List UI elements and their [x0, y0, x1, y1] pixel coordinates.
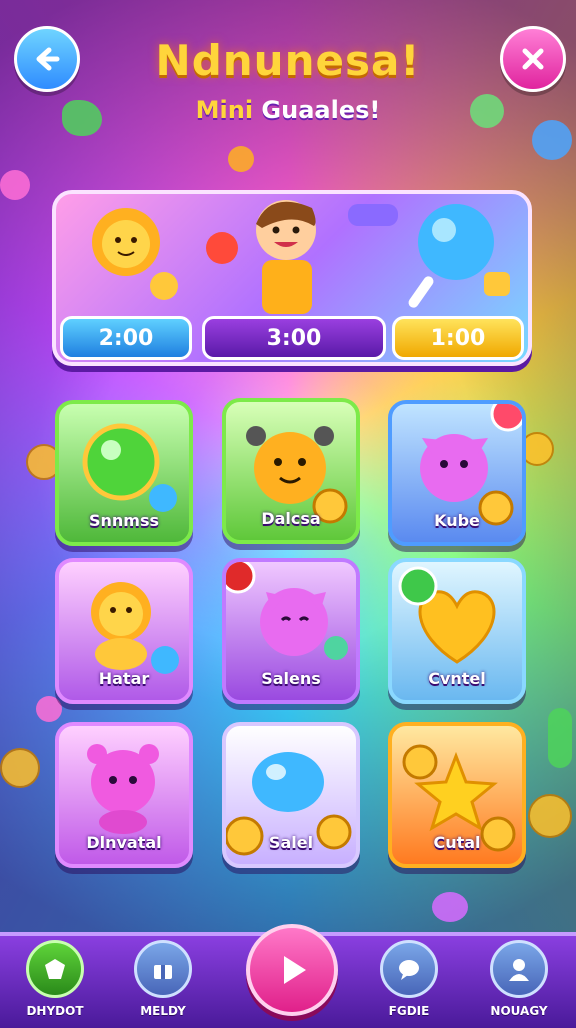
game-tile-label: Cutal: [433, 833, 481, 852]
floating-candy: [548, 708, 572, 768]
play-icon: [284, 956, 306, 984]
nav-item-label: FGDIE: [388, 1004, 430, 1018]
featured-artwork: [92, 200, 510, 314]
nav-item-gift[interactable]: MELDY: [118, 940, 208, 1018]
game-tile[interactable]: Kube: [388, 400, 526, 546]
gift-icon: [134, 940, 192, 998]
subtitle-mini: Mini: [195, 96, 254, 124]
shop-icon: [26, 940, 84, 998]
nav-item-shop[interactable]: DHYDOT: [10, 940, 100, 1018]
lollipop-icon: [408, 204, 510, 308]
timer-badge: 3:00: [202, 316, 386, 360]
game-tile[interactable]: Cutal: [388, 722, 526, 868]
game-tile-label: Salens: [261, 669, 321, 688]
nav-item-label: DHYDOT: [26, 1004, 84, 1018]
nav-item-chat[interactable]: FGDIE: [364, 940, 454, 1018]
game-tile[interactable]: Salel: [222, 722, 360, 868]
page-title: Ndnunesa!: [155, 36, 421, 85]
game-tile[interactable]: Dlnvatal: [55, 722, 193, 868]
chat-icon: [380, 940, 438, 998]
page-subtitle: Mini Guaales!: [80, 96, 496, 124]
lion-mascot-icon: [92, 208, 178, 300]
floating-coin: [0, 748, 40, 788]
game-tile[interactable]: Cvntel: [388, 558, 526, 704]
nav-item-label: MELDY: [140, 1004, 186, 1018]
floating-coin: [228, 146, 254, 172]
close-button[interactable]: [500, 26, 566, 92]
boy-character-icon: [206, 200, 398, 314]
game-tile-label: Salel: [268, 833, 314, 852]
close-icon: [522, 48, 544, 70]
game-tile[interactable]: Snnmss: [55, 400, 193, 546]
arrow-left-icon: [36, 47, 60, 71]
game-tile-label: Dalcsa: [261, 509, 321, 528]
game-tile[interactable]: Dalcsa: [222, 398, 360, 544]
timer-badge: 2:00: [60, 316, 192, 360]
game-tile-label: Cvntel: [428, 669, 486, 688]
floating-candy: [432, 892, 468, 922]
back-button[interactable]: [14, 26, 80, 92]
floating-coin: [528, 794, 572, 838]
game-tile-label: Hatar: [98, 669, 150, 688]
subtitle-rest: Guaales!: [253, 96, 381, 124]
nav-item-profile[interactable]: NOUAGY: [474, 940, 564, 1018]
game-tile-label: Dlnvatal: [86, 833, 162, 852]
game-tile-label: Kube: [434, 511, 480, 530]
featured-banner[interactable]: 2:00 3:00 1:00: [52, 190, 532, 366]
timer-badge: 1:00: [392, 316, 524, 360]
play-button[interactable]: [246, 924, 338, 1016]
game-tile-label: Snnmss: [88, 511, 160, 530]
game-tile[interactable]: Salens: [222, 558, 360, 704]
nav-item-label: NOUAGY: [490, 1004, 548, 1018]
floating-candy: [532, 120, 572, 160]
game-tile[interactable]: Hatar: [55, 558, 193, 704]
profile-icon: [490, 940, 548, 998]
floating-candy: [0, 170, 30, 200]
